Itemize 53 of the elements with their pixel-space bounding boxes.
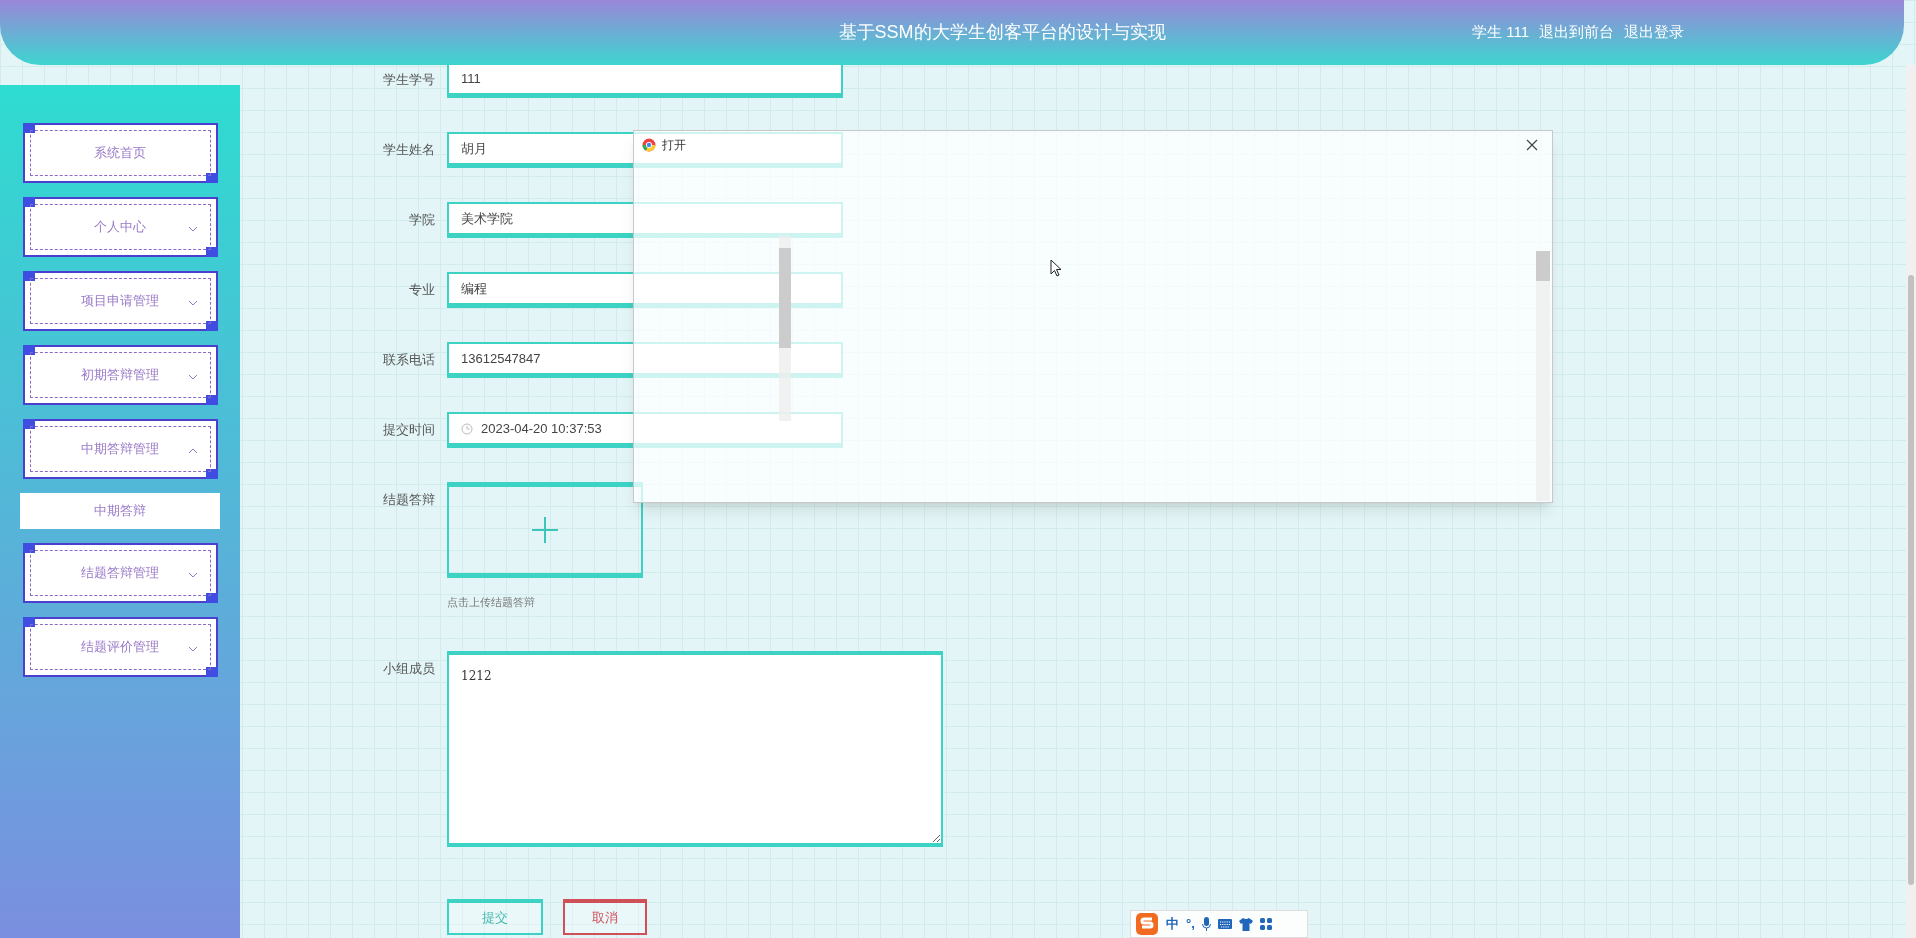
corner-marker bbox=[205, 667, 218, 677]
field-label: 专业 bbox=[408, 281, 435, 299]
field-label: 学院 bbox=[408, 211, 435, 229]
corner-marker bbox=[205, 173, 218, 183]
ime-toggle[interactable]: 中 bbox=[1166, 914, 1179, 934]
ime-toggle[interactable]: °, bbox=[1186, 914, 1195, 934]
plus-icon bbox=[531, 516, 559, 544]
corner-marker bbox=[205, 395, 218, 405]
corner-marker bbox=[205, 593, 218, 603]
corner-marker bbox=[22, 543, 35, 553]
corner-marker bbox=[22, 271, 35, 281]
field-label: 学生姓名 bbox=[382, 141, 435, 159]
page-scrollbar[interactable] bbox=[1906, 65, 1916, 938]
microphone-icon[interactable] bbox=[1201, 917, 1211, 931]
grid-icon[interactable] bbox=[1259, 918, 1272, 930]
upload-hint: 点击上传结题答辩 bbox=[447, 595, 536, 610]
sidebar-item[interactable]: 系统首页 bbox=[22, 123, 218, 183]
sidebar-item[interactable]: 结题评价管理 bbox=[22, 617, 218, 677]
cancel-button[interactable]: 取消 bbox=[563, 898, 647, 935]
corner-marker bbox=[205, 321, 218, 331]
clock-icon bbox=[461, 422, 473, 435]
shirt-icon[interactable] bbox=[1238, 917, 1253, 931]
site-title: 基于SSM的大学生创客平台的设计与实现 bbox=[838, 21, 1166, 44]
corner-marker bbox=[22, 197, 35, 207]
dialog-title: 打开 bbox=[662, 137, 686, 154]
sidebar-item[interactable]: 结题答辩管理 bbox=[22, 543, 218, 603]
field-label: 提交时间 bbox=[382, 421, 435, 439]
browser-icon bbox=[642, 138, 656, 152]
field-label: 小组成员 bbox=[382, 659, 435, 678]
submenu-item[interactable]: 中期答辩 bbox=[20, 493, 220, 529]
header-link[interactable]: 退出到前台 bbox=[1539, 21, 1614, 44]
field-label: 结题答辩 bbox=[382, 491, 435, 509]
keyboard-icon[interactable] bbox=[1217, 919, 1232, 929]
close-icon[interactable] bbox=[1526, 139, 1538, 151]
submit-button[interactable]: 提交 bbox=[447, 898, 543, 935]
field-label: 学生学号 bbox=[382, 71, 435, 89]
input-field[interactable]: 1212 bbox=[447, 650, 943, 847]
sidebar-item[interactable]: 初期答辩管理 bbox=[22, 345, 218, 405]
header-link[interactable]: 退出登录 bbox=[1624, 21, 1684, 44]
user-label: 学生 111 bbox=[1472, 22, 1529, 43]
sidebar-item[interactable]: 项目申请管理 bbox=[22, 271, 218, 331]
corner-marker bbox=[205, 247, 218, 257]
scrollbar[interactable] bbox=[1536, 251, 1550, 501]
corner-marker bbox=[22, 617, 35, 627]
corner-marker bbox=[205, 469, 218, 479]
scrollbar[interactable] bbox=[779, 236, 791, 421]
corner-marker bbox=[22, 345, 35, 355]
corner-marker bbox=[22, 419, 35, 429]
field-label: 联系电话 bbox=[382, 351, 435, 369]
sidebar-item[interactable]: 中期答辩管理 bbox=[22, 419, 218, 479]
corner-marker bbox=[22, 123, 35, 133]
cursor-icon bbox=[1050, 259, 1062, 277]
sidebar-item[interactable]: 个人中心 bbox=[22, 197, 218, 257]
